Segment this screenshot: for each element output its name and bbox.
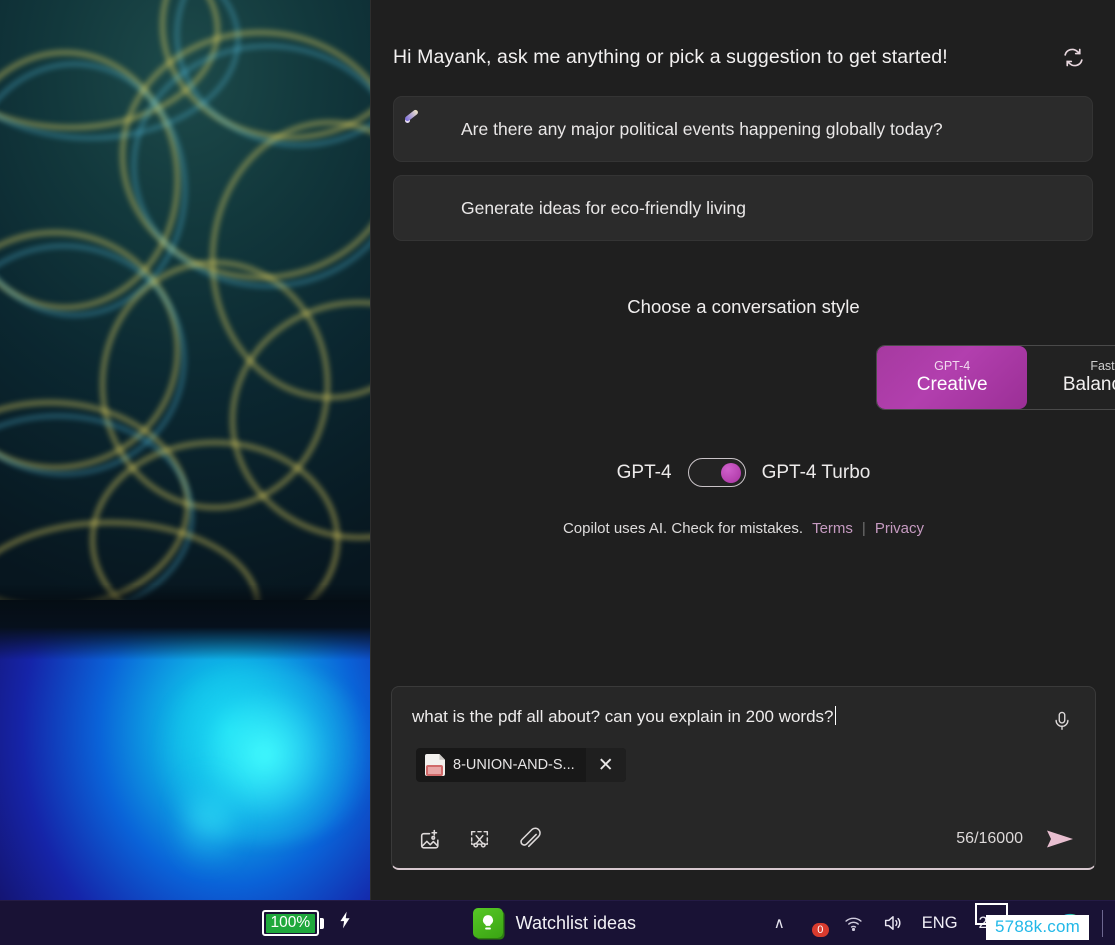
battery-body: 100% <box>262 910 319 936</box>
language-indicator[interactable]: ENG <box>913 901 967 945</box>
send-arrow-icon[interactable] <box>1045 825 1075 853</box>
snip-scissors-icon[interactable] <box>465 825 493 853</box>
message-input-value: what is the pdf all about? can you expla… <box>412 707 834 726</box>
model-label-left: GPT-4 <box>616 461 672 483</box>
image-brush-icon <box>414 114 444 144</box>
message-composer: what is the pdf all about? can you expla… <box>391 686 1096 870</box>
composer-toolbar: 56/16000 <box>392 810 1095 868</box>
wallpaper-surface-line <box>0 600 370 660</box>
suggestion-label: Are there any major political events hap… <box>461 118 943 139</box>
suggestion-label: Generate ideas for eco-friendly living <box>461 197 747 218</box>
watermark-text: 5788k.com <box>986 915 1089 940</box>
taskbar-divider <box>1102 909 1103 937</box>
disclaimer-text: Copilot uses AI. Check for mistakes. <box>562 520 804 537</box>
desktop-wallpaper[interactable] <box>0 0 370 900</box>
chevron-up-glyph: ∧ <box>773 915 785 932</box>
suggestion-list: Are there any major political events hap… <box>393 96 1093 254</box>
wifi-icon[interactable] <box>834 901 873 945</box>
composer-tool-icons <box>415 825 543 853</box>
volume-icon[interactable] <box>873 901 913 945</box>
lightbulb-icon <box>472 908 503 938</box>
taskbar-left-group: 100% <box>262 910 355 936</box>
charging-bolt-icon <box>335 910 355 936</box>
disclaimer-separator: | <box>861 520 866 537</box>
taskbar: 100% Watchlist ideas ∧ 0 ENG 5788k.com <box>0 900 1115 945</box>
attachment-chip: 8-UNION-AND-S... ✕ <box>416 748 626 782</box>
model-toggle-row: GPT-4 GPT-4 Turbo <box>371 458 1115 487</box>
conversation-style-title: Choose a conversation style <box>627 296 860 317</box>
style-option-label: Balanced <box>1062 374 1115 395</box>
microphone-icon[interactable] <box>1047 706 1077 736</box>
attachment-chip-body[interactable]: 8-UNION-AND-S... <box>416 754 586 776</box>
character-counter: 56/16000 <box>956 830 1023 847</box>
style-option-label: Creative <box>916 374 988 395</box>
notification-tray-icon[interactable]: 0 <box>794 901 834 945</box>
terms-link[interactable]: Terms <box>812 520 853 537</box>
model-label-right: GPT-4 Turbo <box>761 461 871 483</box>
taskbar-widget-watchlist[interactable]: Watchlist ideas <box>472 908 637 938</box>
screen-root: Hi Mayank, ask me anything or pick a sug… <box>0 0 1115 945</box>
composer-input-row: what is the pdf all about? can you expla… <box>392 687 1095 736</box>
privacy-link[interactable]: Privacy <box>875 520 924 537</box>
greeting-text: Hi Mayank, ask me anything or pick a sug… <box>393 45 948 68</box>
style-option-balanced[interactable]: Fast Balanced <box>1027 346 1115 409</box>
add-image-icon[interactable] <box>415 825 443 853</box>
remove-attachment-icon[interactable]: ✕ <box>585 748 626 782</box>
copilot-panel: Hi Mayank, ask me anything or pick a sug… <box>370 0 1115 900</box>
battery-percent: 100% <box>265 913 316 933</box>
chat-bubble-icon <box>414 193 444 223</box>
style-option-sublabel: Fast <box>1090 359 1115 373</box>
wallpaper-cyan-glow <box>178 760 238 880</box>
widget-label: Watchlist ideas <box>515 912 637 933</box>
attachment-row: 8-UNION-AND-S... ✕ <box>392 736 1095 782</box>
badge-icon-wrapper: 0 <box>803 912 829 937</box>
language-label: ENG <box>921 913 958 932</box>
toggle-knob <box>720 462 741 483</box>
gpt4-turbo-toggle[interactable] <box>687 458 746 487</box>
suggestion-item-1[interactable]: Generate ideas for eco-friendly living <box>393 175 1093 241</box>
battery-cap <box>319 917 324 929</box>
greeting-row: Hi Mayank, ask me anything or pick a sug… <box>393 40 1093 74</box>
notification-badge-count: 0 <box>811 923 829 937</box>
attachment-name: 8-UNION-AND-S... <box>453 757 575 773</box>
refresh-icon[interactable] <box>1056 40 1090 74</box>
paperclip-icon[interactable] <box>515 825 543 853</box>
text-caret <box>834 706 836 725</box>
style-option-creative[interactable]: GPT-4 Creative <box>877 346 1028 409</box>
disclaimer-row: Copilot uses AI. Check for mistakes. Ter… <box>371 520 1115 537</box>
style-option-sublabel: GPT-4 <box>934 359 971 373</box>
pdf-file-icon <box>425 754 445 776</box>
battery-indicator[interactable]: 100% <box>262 910 324 936</box>
suggestion-item-0[interactable]: Are there any major political events hap… <box>393 96 1093 162</box>
show-hidden-icons-chevron-up-icon[interactable]: ∧ <box>765 901 794 945</box>
conversation-style-group: GPT-4 Creative Fast Balanced GPT-4 Preci… <box>876 345 1115 410</box>
message-input[interactable]: what is the pdf all about? can you expla… <box>412 706 1047 727</box>
